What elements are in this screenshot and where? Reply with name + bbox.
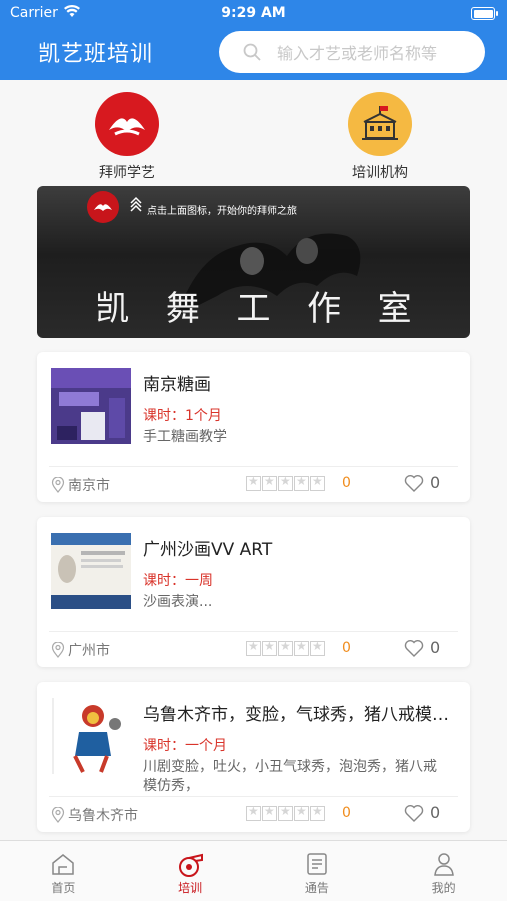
listing-location: 南京市 [51,475,110,495]
like-count: 0 [430,803,441,822]
studio-name: 凯 舞 工 作 室 [37,281,470,330]
studio-char: 室 [377,289,412,329]
listing-thumbnail [51,533,131,609]
school-building-icon [348,92,412,156]
category-label: 培训机构 [352,165,408,181]
location-pin-icon [51,477,65,493]
tab-mine[interactable]: 我的 [380,841,507,901]
app-header: Carrier 9:29 AM 凯艺班培训 [0,0,507,80]
listing-card[interactable]: 南京糖画 课时：1个月 手工糖画教学 南京市 0 0 [37,352,470,502]
tab-notice[interactable]: 通告 [254,841,381,901]
location-pin-icon [51,642,65,658]
star-icon [310,474,325,491]
home-icon [52,854,75,875]
card-divider [49,631,458,632]
listing-card[interactable]: 广州沙画VV ART 课时：一周 沙画表演... 广州市 0 0 [37,517,470,667]
listing-title: 广州沙画VV ART [143,540,273,560]
star-icon [246,804,261,821]
tab-label: 培训 [178,881,203,895]
location-label: 广州市 [68,643,110,659]
star-icon [246,474,261,491]
listing-card[interactable]: 乌鲁木齐市，变脸，气球秀，猪八戒模仿秀， 课时：一个月 川剧变脸，吐火，小丑气球… [37,682,470,832]
like-button[interactable]: 0 [404,638,440,657]
like-count: 0 [430,473,441,492]
studio-char: 作 [307,289,342,329]
category-apprentice[interactable]: 拜师学艺 [67,92,187,182]
banner-tagline: 点击上面图标，开始你的拜师之旅 [147,206,297,217]
whistle-icon [179,853,204,877]
studio-char: 凯 [95,289,130,329]
promo-banner[interactable]: 点击上面图标，开始你的拜师之旅 凯 舞 工 作 室 [37,186,470,338]
tab-label: 首页 [51,881,76,895]
star-icon [278,804,293,821]
star-icon [246,639,261,656]
app-title: 凯艺班培训 [38,42,154,67]
tab-bar: 首页 培训 通告 我的 [0,840,507,901]
like-button[interactable]: 0 [404,803,440,822]
tab-label: 我的 [431,881,456,895]
listing-description: 沙画表演... [143,594,213,610]
star-icon [310,804,325,821]
location-label: 乌鲁木齐市 [68,808,138,824]
notice-icon [307,853,327,875]
rating-value: 0 [342,640,351,656]
location-label: 南京市 [68,478,110,494]
listing-description: 手工糖画教学 [143,429,227,445]
category-institution[interactable]: 培训机构 [320,92,440,182]
category-label: 拜师学艺 [99,165,155,181]
card-divider [49,796,458,797]
tab-label: 通告 [304,881,329,895]
star-icon [262,474,277,491]
search-input[interactable] [275,39,475,67]
listing-location: 乌鲁木齐市 [51,805,138,825]
listing-duration: 课时：1个月 [143,408,222,424]
star-icon [262,804,277,821]
search-bar[interactable] [219,31,485,73]
star-icon [294,804,309,821]
card-divider [49,466,458,467]
studio-char: 舞 [165,289,200,329]
battery-icon [471,7,498,20]
heart-icon [404,639,424,657]
star-rating [246,474,325,491]
star-icon [310,639,325,656]
search-icon [243,43,261,61]
star-icon [278,474,293,491]
star-icon [278,639,293,656]
rating-value: 0 [342,475,351,491]
studio-char: 工 [236,289,271,329]
listing-description: 川剧变脸，吐火，小丑气球秀，泡泡秀，猪八戒模仿秀， [143,759,437,794]
rating-value: 0 [342,805,351,821]
main-content: 拜师学艺 培训机构 点击上面图标，开始你的拜师之旅 凯 舞 工 作 室 南京糖画… [0,80,507,840]
dance-logo-icon [95,92,159,156]
location-pin-icon [51,807,65,823]
star-icon [294,639,309,656]
star-rating [246,804,325,821]
status-bar: Carrier 9:29 AM [0,0,507,26]
heart-icon [404,804,424,822]
heart-icon [404,474,424,492]
listing-title: 乌鲁木齐市，变脸，气球秀，猪八戒模仿秀， [143,705,453,725]
like-count: 0 [430,638,441,657]
listing-thumbnail [51,368,131,444]
like-button[interactable]: 0 [404,473,440,492]
listing-duration: 课时：一个月 [143,738,227,754]
listing-thumbnail [51,698,131,774]
star-rating [246,639,325,656]
clock: 9:29 AM [221,5,286,21]
chevrons-up-icon [130,196,142,212]
tab-training[interactable]: 培训 [127,841,254,901]
listing-location: 广州市 [51,640,110,660]
star-icon [262,639,277,656]
banner-logo-icon [87,191,119,223]
listing-duration: 课时：一周 [143,573,213,589]
listing-title: 南京糖画 [143,375,211,395]
user-icon [433,853,454,876]
tab-home[interactable]: 首页 [0,841,127,901]
star-icon [294,474,309,491]
